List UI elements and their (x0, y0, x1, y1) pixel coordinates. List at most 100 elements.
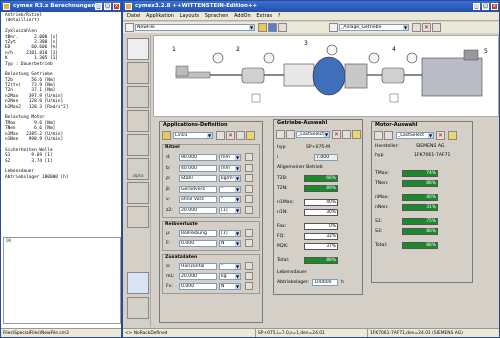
close-button[interactable]: x (113, 3, 120, 10)
lock-icon[interactable] (245, 205, 253, 214)
lock-icon[interactable] (245, 174, 253, 182)
unit-combo[interactable]: N ▼ (219, 240, 241, 247)
app-save-icon[interactable] (216, 131, 225, 140)
save-icon[interactable] (268, 23, 277, 32)
rotary-table-icon[interactable] (127, 134, 149, 156)
belt-drive-icon[interactable] (127, 62, 149, 84)
motor-remove-icon[interactable]: ✕ (436, 131, 445, 140)
lock-icon[interactable] (245, 195, 253, 203)
minimize-button[interactable]: _ (95, 3, 102, 10)
app-help-icon[interactable] (246, 131, 255, 140)
lock-icon[interactable] (245, 262, 253, 270)
app-info-icon[interactable] (236, 131, 245, 140)
menu-extras[interactable]: Extras (256, 12, 272, 21)
new-file-icon[interactable] (125, 23, 134, 32)
screw-drive-icon[interactable] (127, 86, 149, 108)
lock-icon[interactable] (245, 239, 253, 247)
gear-remove-icon[interactable]: ✕ (332, 130, 341, 139)
roller-icon[interactable] (127, 182, 149, 204)
gear-search-icon[interactable] (276, 130, 285, 139)
menu-sprachen[interactable]: Sprachen (205, 12, 229, 21)
unit-combo[interactable]: kg/m³ ▼ (219, 175, 241, 182)
lock-icon[interactable] (245, 229, 253, 237)
reibung-group: Reibverluste μ: Rollreibung [1] ▼ F: 0.000 N ▼ (162, 221, 260, 251)
layout-save-icon[interactable] (412, 23, 421, 32)
motor-combo[interactable]: _LastSelect ▼ (396, 132, 434, 139)
minimize-button[interactable]: _ (473, 3, 480, 10)
alpha-logo-icon[interactable]: alpha (127, 158, 149, 180)
unit-combo[interactable]: mm ▼ (219, 154, 241, 161)
param-field[interactable]: Rollreibung (179, 230, 217, 237)
app-delete-icon[interactable]: ✕ (226, 131, 235, 140)
file-combo[interactable]: NewFile ▼ (135, 24, 255, 31)
motor-type: 1FK7061-7AF71 (414, 153, 451, 158)
rack-icon[interactable] (127, 110, 149, 132)
motor-combo-value: _LastSelect (398, 133, 425, 138)
open-icon[interactable] (258, 23, 267, 32)
param-field[interactable]: 20.000 (179, 273, 217, 280)
lock-icon[interactable] (245, 272, 253, 280)
lock-icon[interactable] (245, 184, 253, 193)
maximize-button[interactable]: □ (104, 3, 111, 10)
gear-help-icon[interactable] (352, 130, 361, 139)
pinion-icon[interactable] (127, 38, 149, 60)
layout-combo[interactable]: _Anlage_Getriebe ▼ (339, 24, 409, 31)
layout-settings-icon[interactable] (432, 23, 441, 32)
param-field[interactable]: Horizontal (179, 263, 217, 270)
gear-info-icon[interactable] (342, 130, 351, 139)
unit-combo[interactable]: kg ▼ (219, 273, 241, 280)
menu-help[interactable]: ? (278, 12, 281, 21)
gear-combo[interactable]: _LastSelect ▼ (296, 131, 330, 138)
unit-combo[interactable]: ° ▼ (219, 185, 241, 193)
utilization-value: 40% (426, 195, 436, 200)
motor-list-icon[interactable] (384, 131, 393, 140)
console-area[interactable]: OK (3, 237, 121, 324)
menu-applikation[interactable]: Applikation (146, 12, 174, 21)
motor-help-icon[interactable] (448, 131, 457, 140)
menu-layouts[interactable]: Layouts (180, 12, 200, 21)
unit-combo[interactable]: ° ▼ (219, 263, 241, 270)
param-field[interactable]: 0.000 (179, 240, 217, 247)
unit-value: [1] (221, 231, 228, 236)
gear-ratio-value: 7.000 (316, 155, 330, 160)
app-combo[interactable]: Lin01 ▼ (173, 132, 213, 139)
layout-icon[interactable] (329, 23, 338, 32)
gearmotor-icon[interactable] (127, 206, 149, 228)
unit-combo[interactable]: [1] ▼ (219, 206, 241, 214)
lock-icon[interactable] (245, 163, 253, 172)
close-button[interactable]: x (491, 3, 498, 10)
param-field[interactable]: 20.000 (179, 206, 217, 214)
network-icon[interactable] (127, 297, 149, 319)
unit-combo[interactable]: [1] ▼ (219, 230, 241, 237)
param-field[interactable]: Stahl (179, 175, 217, 182)
motor-select-icon[interactable] (127, 272, 149, 294)
param-field[interactable]: Geradverz (179, 185, 217, 193)
param-field[interactable]: 90.000 (179, 154, 217, 161)
component-toolbar: alpha (125, 35, 151, 327)
gear-list-icon[interactable] (286, 130, 295, 139)
utilization-bar: 40% (304, 199, 338, 206)
param-field[interactable]: 0.000 (179, 283, 217, 290)
gear-ratio-field[interactable]: 7.000 (314, 154, 338, 161)
unit-value: ° (221, 197, 224, 202)
layout-delete-icon[interactable]: ✕ (422, 23, 431, 32)
motor-search-icon[interactable] (374, 131, 383, 140)
gear-life-field[interactable]: 100000 (312, 279, 338, 286)
chevron-down-icon: ▼ (235, 186, 240, 192)
print-icon[interactable] (278, 23, 287, 32)
unit-combo[interactable]: ° ▼ (219, 196, 241, 203)
lock-icon[interactable] (245, 153, 253, 161)
bar-label: Total: (375, 243, 388, 248)
unit-combo[interactable]: N ▼ (219, 283, 241, 290)
unit-combo[interactable]: mm ▼ (219, 164, 241, 172)
app-open-icon[interactable] (162, 131, 171, 140)
param-field[interactable]: 40.000 (179, 164, 217, 172)
menu-addon[interactable]: AddOn (234, 12, 251, 21)
menu-datei[interactable]: Datei (127, 12, 140, 21)
app-combo-value: Lin01 (175, 133, 188, 138)
maximize-button[interactable]: □ (482, 3, 489, 10)
chevron-down-icon: ▼ (235, 284, 240, 289)
utilization-bar: 0% (304, 223, 338, 230)
param-field[interactable]: ohne Vorz (179, 196, 217, 203)
lock-icon[interactable] (245, 282, 253, 290)
